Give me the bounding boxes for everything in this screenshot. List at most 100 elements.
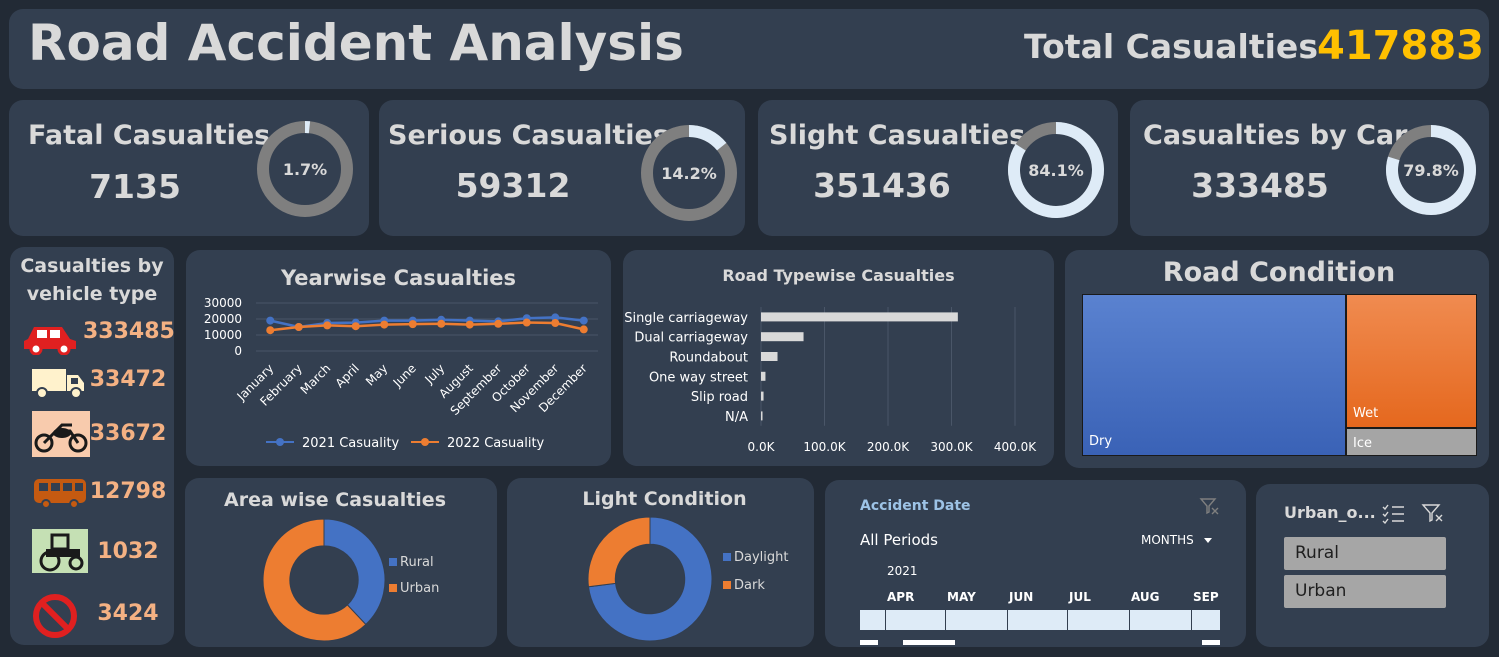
bar — [761, 312, 958, 322]
vehicle-row-truck: 33472 — [22, 357, 177, 407]
y-category-label: Roundabout — [669, 351, 748, 366]
timeline-bar[interactable] — [860, 610, 1220, 630]
legend-swatch-daylight — [723, 553, 731, 561]
donut-pct-label: 14.2% — [661, 164, 717, 183]
timeline-divider — [885, 610, 886, 630]
y-tick-label: 30000 — [204, 296, 242, 310]
x-tick-label: 400.0K — [994, 440, 1037, 454]
treemap-dry-label: Dry — [1089, 434, 1113, 449]
yearwise-line-chart: 3000020000100000JanuaryFebruaryMarch Apri… — [204, 296, 598, 451]
timeline-scroll-right[interactable] — [1202, 640, 1220, 645]
light-legend-daylight: Daylight — [723, 550, 788, 565]
x-tick-label: 0.0K — [748, 440, 776, 454]
area-legend-rural: Rural — [389, 555, 434, 570]
vehicle-row-tractor: 1032 — [22, 529, 177, 579]
slicer-item-urban[interactable]: Urban — [1284, 575, 1446, 608]
bar — [761, 391, 764, 401]
y-category-label: Single carriageway — [624, 311, 748, 326]
x-tick-label: 100.0K — [803, 440, 846, 454]
y-tick-label: 10000 — [204, 328, 242, 342]
legend-swatch-urban — [389, 584, 397, 592]
vehicle-value-motorcycle: 33672 — [89, 421, 167, 446]
treemap-ice-label: Ice — [1353, 436, 1372, 451]
road-condition-title: Road Condition — [1162, 257, 1396, 288]
page-title: Road Accident Analysis — [28, 14, 684, 72]
area-wise-title: Area wise Casualties — [224, 489, 446, 511]
kpi-title-slight: Slight Casualties — [769, 120, 1026, 151]
slice-rural — [323, 518, 386, 626]
kpi-title-car: Casualties by Car — [1143, 120, 1408, 151]
truck-icon — [32, 369, 84, 399]
legend-label-urban: Urban — [400, 581, 440, 596]
data-point — [408, 320, 417, 329]
legend-marker — [276, 438, 284, 446]
timeline-scrollbar[interactable] — [903, 640, 955, 645]
slice-dark — [587, 516, 651, 588]
treemap-wet-label: Wet — [1353, 406, 1379, 421]
motorcycle-icon — [32, 411, 90, 457]
kpi-title-fatal: Fatal Casualties — [28, 120, 271, 151]
kpi-value-serious: 59312 — [455, 166, 571, 205]
timeline-month-sep: SEP — [1193, 590, 1219, 604]
x-tick-label: 300.0K — [930, 440, 973, 454]
y-category-label: One way street — [649, 370, 748, 385]
kpi-donut-slight: 84.1% — [1008, 122, 1104, 218]
vehicle-panel-title-2: vehicle type — [26, 283, 158, 305]
data-point — [465, 320, 474, 329]
timeline-divider — [1007, 610, 1008, 630]
donut-value-arc — [689, 125, 727, 151]
vehicle-panel-title-1: Casualties by — [20, 255, 164, 277]
x-tick-label: May — [363, 361, 390, 388]
timeline-divider — [1067, 610, 1068, 630]
bar — [761, 411, 763, 421]
kpi-title-serious: Serious Casualties — [388, 120, 669, 151]
treemap-wet: Wet — [1346, 294, 1477, 428]
y-tick-label: 0 — [234, 344, 242, 358]
timeline-scroll-left[interactable] — [860, 640, 878, 645]
legend-label-rural: Rural — [400, 555, 434, 570]
timeline-unit-label: MONTHS — [1141, 533, 1194, 547]
donut-pct-label: 1.7% — [283, 160, 327, 179]
tractor-icon — [32, 529, 88, 573]
timeline-year: 2021 — [887, 564, 918, 578]
y-category-label: Slip road — [691, 390, 748, 405]
legend-label-dark: Dark — [734, 578, 765, 593]
timeline-month-apr: APR — [887, 590, 915, 604]
area-legend-urban: Urban — [389, 581, 439, 596]
no-entry-icon — [33, 594, 77, 638]
legend-swatch-rural — [389, 558, 397, 566]
donut-pct-label: 79.8% — [1403, 161, 1459, 180]
roadtype-bar-chart: 0.0K 100.0K 200.0K 300.0K 400.0K Single carri… — [624, 307, 1037, 454]
x-tick-label: March — [298, 361, 334, 397]
data-point — [551, 319, 560, 327]
data-point — [579, 316, 588, 325]
bar — [761, 332, 804, 342]
kpi-value-fatal: 7135 — [89, 167, 181, 206]
data-point — [494, 319, 503, 328]
multi-select-icon[interactable] — [1382, 502, 1406, 524]
timeline-period-label: All Periods — [860, 531, 938, 549]
timeline-unit-dropdown[interactable]: MONTHS — [1141, 533, 1212, 547]
bus-icon — [34, 479, 86, 509]
timeline-month-aug: AUG — [1131, 590, 1160, 604]
vehicle-value-other: 3424 — [97, 601, 159, 626]
vehicle-type-panel: Casualties by vehicle type 333485 33472 — [10, 247, 177, 645]
total-casualties-value: 417883 — [1317, 23, 1484, 69]
y-tick-label: 20000 — [204, 312, 242, 326]
timeline-clear-filter-icon[interactable] — [1199, 496, 1221, 516]
data-point — [266, 326, 275, 335]
slicer-clear-filter-icon[interactable] — [1421, 502, 1445, 524]
data-point — [437, 319, 446, 328]
vehicle-value-car: 333485 — [83, 319, 175, 344]
light-condition-donut — [587, 516, 713, 642]
legend-marker — [421, 438, 429, 446]
vehicle-row-bus: 12798 — [22, 469, 177, 519]
vehicle-value-truck: 33472 — [89, 367, 167, 392]
car-icon — [24, 327, 76, 355]
kpi-value-slight: 351436 — [813, 166, 951, 205]
bar — [761, 352, 778, 361]
slicer-item-rural[interactable]: Rural — [1284, 537, 1446, 570]
donut-pct-label: 84.1% — [1028, 161, 1084, 180]
data-point — [380, 320, 389, 329]
bar — [761, 371, 766, 381]
